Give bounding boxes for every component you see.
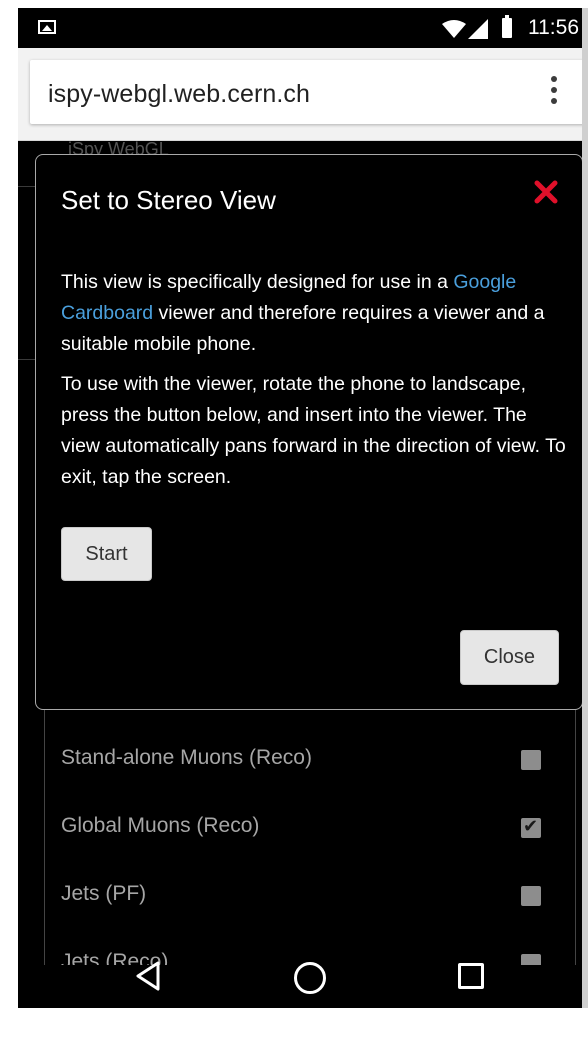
browser-toolbar: ispy-webgl.web.cern.ch: [18, 48, 588, 141]
setting-row[interactable]: Stand-alone Muons (Reco): [61, 746, 561, 786]
device-screen: 11:56 ispy-webgl.web.cern.ch iSpy WebGL …: [18, 8, 588, 1008]
checkmark-icon: ✔: [523, 816, 539, 837]
settings-panel: Stand-alone Muons (Reco) Global Muons (R…: [44, 696, 576, 965]
signal-icon: [468, 19, 488, 39]
setting-checkbox[interactable]: [521, 954, 541, 965]
setting-row[interactable]: Jets (PF): [61, 882, 561, 922]
dialog-title: Set to Stereo View: [61, 185, 276, 215]
paragraph-text: This view is specifically designed for u…: [61, 271, 454, 293]
start-button[interactable]: Start: [61, 527, 152, 581]
image-notification-icon: [38, 20, 56, 34]
setting-checkbox[interactable]: [521, 886, 541, 906]
dialog-paragraph: This view is specifically designed for u…: [61, 267, 566, 360]
url-bar[interactable]: ispy-webgl.web.cern.ch: [30, 60, 588, 124]
navigation-bar: [18, 961, 588, 1008]
setting-label: Stand-alone Muons (Reco): [61, 746, 312, 769]
recents-icon[interactable]: [458, 963, 484, 989]
setting-label: Global Muons (Reco): [61, 814, 260, 837]
home-icon[interactable]: [294, 962, 326, 994]
url-text[interactable]: ispy-webgl.web.cern.ch: [48, 80, 310, 109]
wifi-icon: [442, 20, 466, 38]
dialog-paragraph: To use with the viewer, rotate the phone…: [61, 373, 566, 488]
stereo-view-dialog: Set to Stereo View This view is specific…: [35, 154, 583, 710]
setting-row[interactable]: Global Muons (Reco) ✔: [61, 814, 561, 854]
status-bar: 11:56: [18, 8, 588, 48]
setting-checkbox[interactable]: ✔: [521, 816, 541, 838]
close-x-icon[interactable]: [533, 179, 559, 205]
setting-label: Jets (PF): [61, 882, 147, 905]
clock: 11:56: [528, 16, 579, 39]
setting-checkbox[interactable]: [521, 750, 541, 770]
overflow-menu-icon[interactable]: [548, 76, 560, 110]
back-icon[interactable]: [134, 960, 162, 992]
close-button[interactable]: Close: [460, 630, 559, 685]
device-edge: [582, 8, 588, 1008]
battery-icon: [502, 15, 512, 38]
dialog-body: This view is specifically designed for u…: [61, 267, 566, 502]
